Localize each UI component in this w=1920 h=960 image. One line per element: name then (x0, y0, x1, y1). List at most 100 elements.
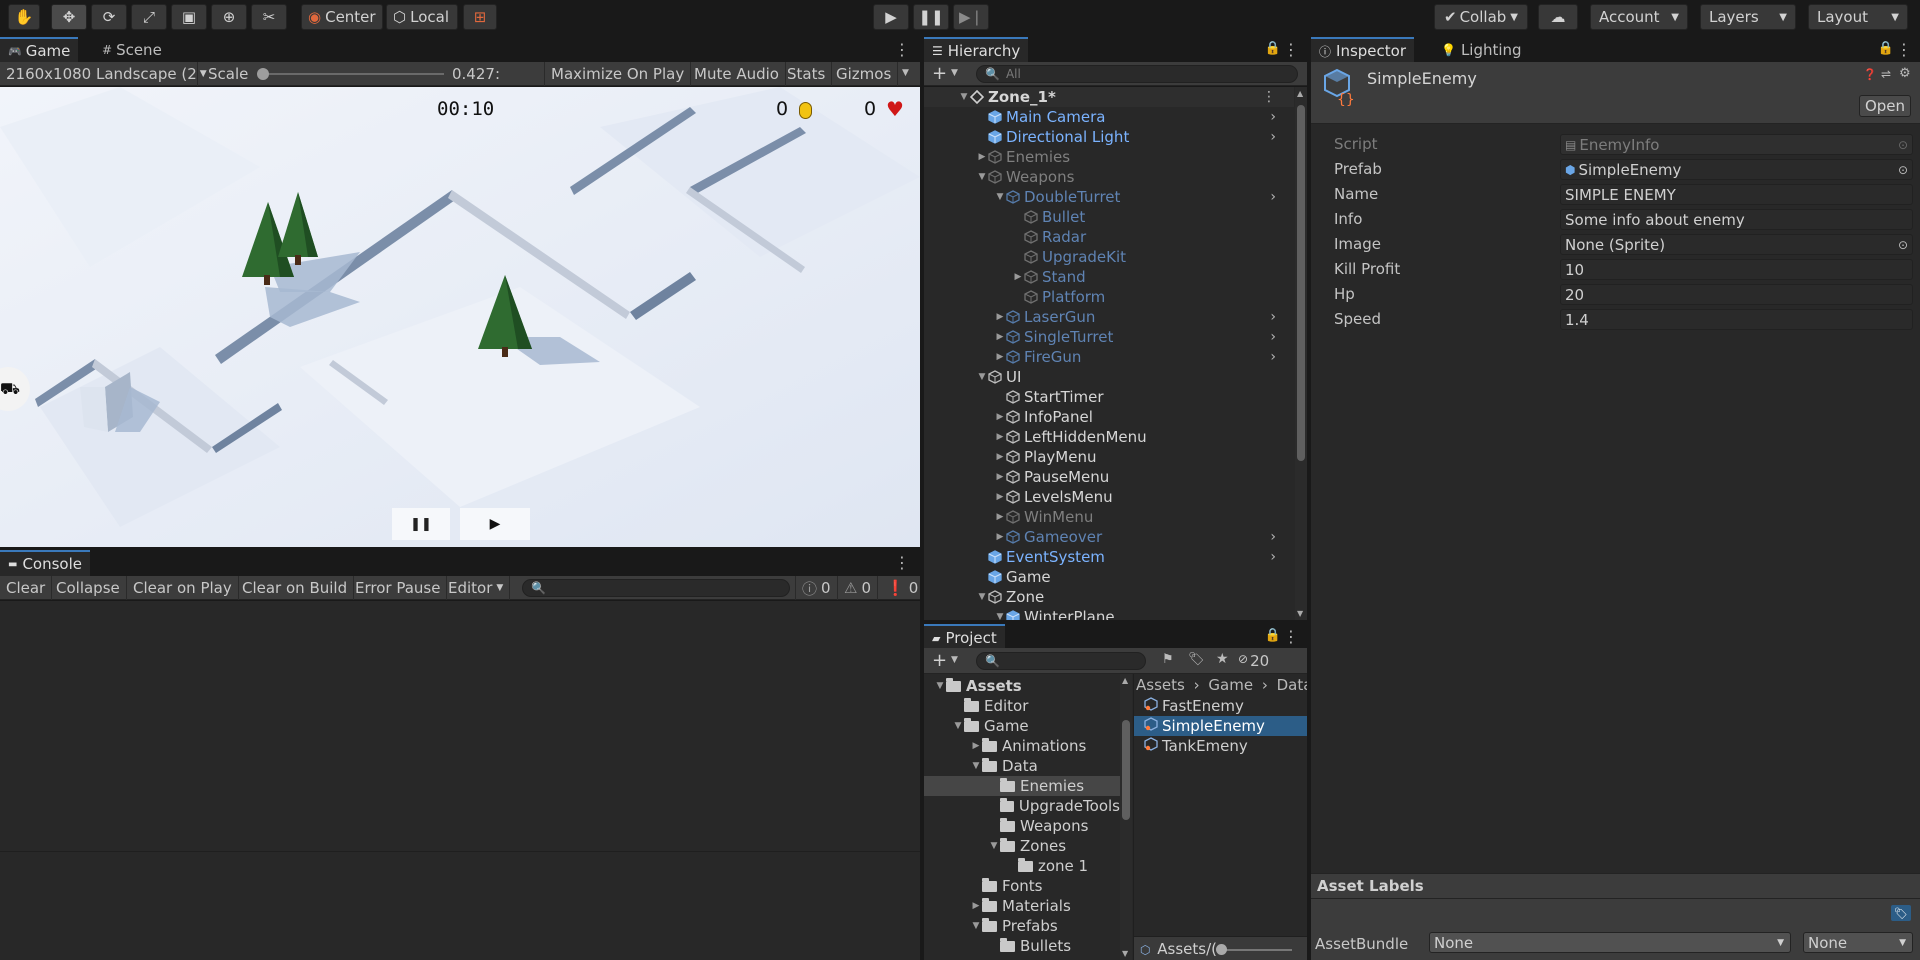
prefab-open-arrow-icon[interactable]: › (1270, 309, 1276, 325)
hud-pause-button[interactable]: ❚❚ (392, 508, 450, 540)
transform-tool-icon[interactable]: ⊕ (211, 4, 247, 30)
tab-project[interactable]: ▰ Project (924, 624, 1005, 650)
hierarchy-item[interactable]: Directional Light › (976, 127, 1294, 147)
label-tag-icon[interactable]: 🏷 (1891, 905, 1911, 921)
hierarchy-item[interactable]: ▶ Stand (1012, 267, 1294, 287)
tab-game[interactable]: 🎮 Game (0, 37, 79, 63)
preset-icon[interactable]: ⇌ (1881, 67, 1891, 81)
expand-open-icon[interactable]: ▼ (976, 372, 988, 382)
folder-tree-item[interactable]: ▼ Assets (924, 676, 1120, 696)
hierarchy-item[interactable]: Game (976, 567, 1294, 587)
folder-tree-item[interactable]: Bullets (924, 936, 1120, 956)
hidden-packages-toggle[interactable]: ⊘ 20 (1238, 652, 1269, 670)
asset-labels-header[interactable]: Asset Labels (1311, 873, 1920, 899)
prefab-open-arrow-icon[interactable]: › (1270, 549, 1276, 565)
asset-file-item[interactable]: SimpleEnemy (1134, 716, 1307, 736)
lock-icon[interactable]: 🔒 (1265, 41, 1281, 56)
tab-lighting[interactable]: 💡 Lighting (1433, 37, 1530, 63)
scroll-up-icon[interactable]: ▲ (1122, 676, 1128, 685)
hierarchy-item[interactable]: ▼ Weapons (976, 167, 1294, 187)
expand-open-icon[interactable]: ▼ (994, 612, 1006, 620)
scroll-down-icon[interactable]: ▼ (1122, 949, 1128, 958)
console-warning-count[interactable]: ⚠ 0 (838, 576, 878, 600)
play-button[interactable]: ▶ (873, 4, 909, 30)
expand-open-icon[interactable]: ▼ (970, 921, 982, 931)
layers-dropdown[interactable]: Layers ▼ (1700, 4, 1796, 30)
gizmos-toggle[interactable]: Gizmos (830, 62, 899, 86)
console-clear-on-build-button[interactable]: Clear on Build (236, 576, 355, 600)
tag-icon[interactable]: 🏷 (1188, 652, 1205, 667)
field-input[interactable]: 10 (1560, 259, 1913, 280)
step-button[interactable]: ▶❘ (953, 4, 989, 30)
folder-tree-item[interactable]: Enemies (924, 776, 1120, 796)
console-log-area[interactable] (0, 601, 920, 960)
hierarchy-item[interactable]: UpgradeKit (1012, 247, 1294, 267)
hierarchy-scroll-thumb[interactable] (1297, 105, 1305, 461)
hierarchy-item[interactable]: ▶ WinMenu (994, 507, 1294, 527)
field-input[interactable]: SIMPLE ENEMY (1560, 184, 1913, 205)
expand-closed-icon[interactable]: ▶ (970, 741, 982, 751)
game-viewport[interactable]: 00:10 0 0 ♥ ⛟ ❚❚ ▶ (0, 87, 920, 547)
hierarchy-item[interactable]: Radar (1012, 227, 1294, 247)
expand-open-icon[interactable]: ▼ (958, 92, 970, 102)
open-button[interactable]: Open (1859, 95, 1911, 117)
icon-size-slider-handle[interactable] (1216, 944, 1227, 955)
scroll-down-icon[interactable]: ▼ (1297, 609, 1303, 618)
expand-open-icon[interactable]: ▼ (934, 681, 946, 691)
collab-dropdown[interactable]: ✔ Collab ▼ (1434, 4, 1528, 30)
scroll-up-icon[interactable]: ▲ (1297, 89, 1303, 98)
tab-inspector[interactable]: ⓘ Inspector (1311, 37, 1414, 63)
expand-open-icon[interactable]: ▼ (994, 192, 1006, 202)
rect-tool-icon[interactable]: ▣ (171, 4, 207, 30)
folder-tree-item[interactable]: zone 1 (924, 856, 1120, 876)
hierarchy-search-input[interactable]: 🔍 All (976, 65, 1298, 83)
folder-tree-item[interactable]: ▼ Game (924, 716, 1120, 736)
hierarchy-item[interactable]: ▼ Zone (976, 587, 1294, 607)
object-picker-icon[interactable]: ⊙ (1898, 238, 1908, 252)
hierarchy-item[interactable]: ▶ LeftHiddenMenu (994, 427, 1294, 447)
field-input[interactable]: 1.4 (1560, 309, 1913, 330)
scale-slider-handle[interactable] (257, 68, 269, 80)
hierarchy-tree[interactable]: ▼ Zone_1* ⋮ Main Camera › Directional Light › ▶… (924, 87, 1307, 620)
stats-toggle[interactable]: Stats (781, 62, 833, 86)
hierarchy-item[interactable]: StartTimer (994, 387, 1294, 407)
hierarchy-item[interactable]: ▶ InfoPanel (994, 407, 1294, 427)
hierarchy-scrollbar[interactable]: ▲ ▼ (1295, 87, 1307, 620)
expand-closed-icon[interactable]: ▶ (994, 452, 1006, 462)
expand-closed-icon[interactable]: ▶ (994, 532, 1006, 542)
hierarchy-item[interactable]: ▶ PauseMenu (994, 467, 1294, 487)
folder-tree-item[interactable]: ▼ Zones (924, 836, 1120, 856)
expand-closed-icon[interactable]: ▶ (994, 492, 1006, 502)
hierarchy-item[interactable]: EventSystem › (976, 547, 1294, 567)
expand-closed-icon[interactable]: ▶ (976, 152, 988, 162)
folder-tree-item[interactable]: Weapons (924, 816, 1120, 836)
tab-hierarchy[interactable]: ☰ Hierarchy (924, 37, 1029, 63)
breadcrumb-game[interactable]: Game (1208, 676, 1253, 694)
prefab-open-arrow-icon[interactable]: › (1270, 189, 1276, 205)
mute-audio-toggle[interactable]: Mute Audio (688, 62, 786, 86)
asset-file-item[interactable]: FastEnemy (1134, 696, 1307, 716)
folder-tree-item[interactable]: ▶ Animations (924, 736, 1120, 756)
hierarchy-item[interactable]: ▶ SingleTurret › (994, 327, 1294, 347)
field-input[interactable]: None (Sprite) ⊙ (1560, 234, 1913, 255)
folder-tree-item[interactable]: Fonts (924, 876, 1120, 896)
expand-open-icon[interactable]: ▼ (988, 841, 1000, 851)
console-log-count[interactable]: ⓘ 0 (795, 576, 838, 600)
expand-closed-icon[interactable]: ▶ (994, 412, 1006, 422)
cloud-icon[interactable]: ☁ (1538, 4, 1578, 30)
gear-icon[interactable]: ⚙ (1899, 66, 1911, 81)
chevron-down-icon[interactable]: ▼ (951, 68, 958, 78)
filter-type-icon[interactable]: ⚑ (1162, 652, 1174, 667)
field-input[interactable]: Some info about enemy (1560, 209, 1913, 230)
pause-button[interactable]: ❚❚ (913, 4, 949, 30)
asset-file-item[interactable]: TankEmeny (1134, 736, 1307, 756)
expand-closed-icon[interactable]: ▶ (970, 901, 982, 911)
expand-closed-icon[interactable]: ▶ (1012, 272, 1024, 282)
project-search-input[interactable]: 🔍 (976, 652, 1146, 670)
folder-tree-item[interactable]: ▶ Materials (924, 896, 1120, 916)
field-input[interactable]: ⬢ SimpleEnemy ⊙ (1560, 159, 1913, 180)
hierarchy-menu-kebab-icon[interactable]: ⋮ (1283, 40, 1299, 59)
project-folder-tree[interactable]: ▼ Assets Editor ▼ Game ▶ Animations ▼ Data Enemie… (924, 674, 1134, 960)
scale-tool-icon[interactable]: ⤢ (131, 4, 167, 30)
breadcrumb-assets[interactable]: Assets (1136, 676, 1185, 694)
